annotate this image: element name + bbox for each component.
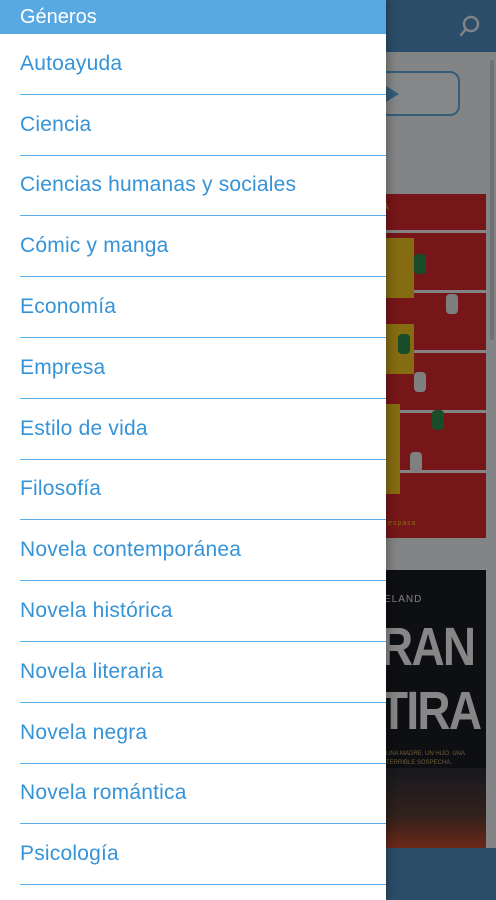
genre-item-novela-contemporanea[interactable]: Novela contemporánea: [20, 520, 386, 582]
genre-label: Ciencias humanas y sociales: [20, 173, 297, 197]
genre-item-filosofia[interactable]: Filosofía: [20, 460, 386, 521]
genre-label: Novela contemporánea: [20, 538, 242, 562]
genre-item-novela-negra[interactable]: Novela negra: [20, 703, 386, 764]
genre-label: Cómic y manga: [20, 234, 169, 258]
genre-label: Psicología: [20, 842, 119, 866]
genre-label: Novela literaria: [20, 659, 164, 683]
genre-label: Novela negra: [20, 720, 148, 744]
genre-label: Ciencia: [20, 112, 92, 136]
drawer-title: Géneros: [20, 5, 97, 28]
genre-item-novela-romantica[interactable]: Novela romántica: [20, 764, 386, 825]
genre-item-ciencia[interactable]: Ciencia: [20, 95, 386, 156]
genre-item-ciencias-humanas[interactable]: Ciencias humanas y sociales: [20, 156, 386, 217]
genre-item-comic-manga[interactable]: Cómic y manga: [20, 216, 386, 278]
genre-item-autoayuda[interactable]: Autoayuda: [20, 34, 386, 95]
drawer-header: Géneros: [0, 0, 386, 34]
genre-item-empresa[interactable]: Empresa: [20, 338, 386, 399]
genre-label: Novela romántica: [20, 781, 187, 805]
genre-item-novela-literaria[interactable]: Novela literaria: [20, 642, 386, 703]
genre-label: Filosofía: [20, 477, 102, 501]
genre-label: Autoayuda: [20, 51, 123, 75]
genre-label: Economía: [20, 295, 117, 319]
genre-item-estilo-de-vida[interactable]: Estilo de vida: [20, 399, 386, 460]
genre-label: Novela histórica: [20, 599, 173, 623]
genres-drawer: Géneros Autoayuda Ciencia Ciencias human…: [0, 0, 386, 900]
genre-item-economia[interactable]: Economía: [20, 277, 386, 338]
genre-label: Estilo de vida: [20, 416, 148, 440]
genre-item-psicologia[interactable]: Psicología: [20, 824, 386, 886]
genre-item-novela-historica[interactable]: Novela histórica: [20, 581, 386, 642]
genre-list: Autoayuda Ciencia Ciencias humanas y soc…: [0, 34, 386, 886]
genre-label: Empresa: [20, 355, 106, 379]
